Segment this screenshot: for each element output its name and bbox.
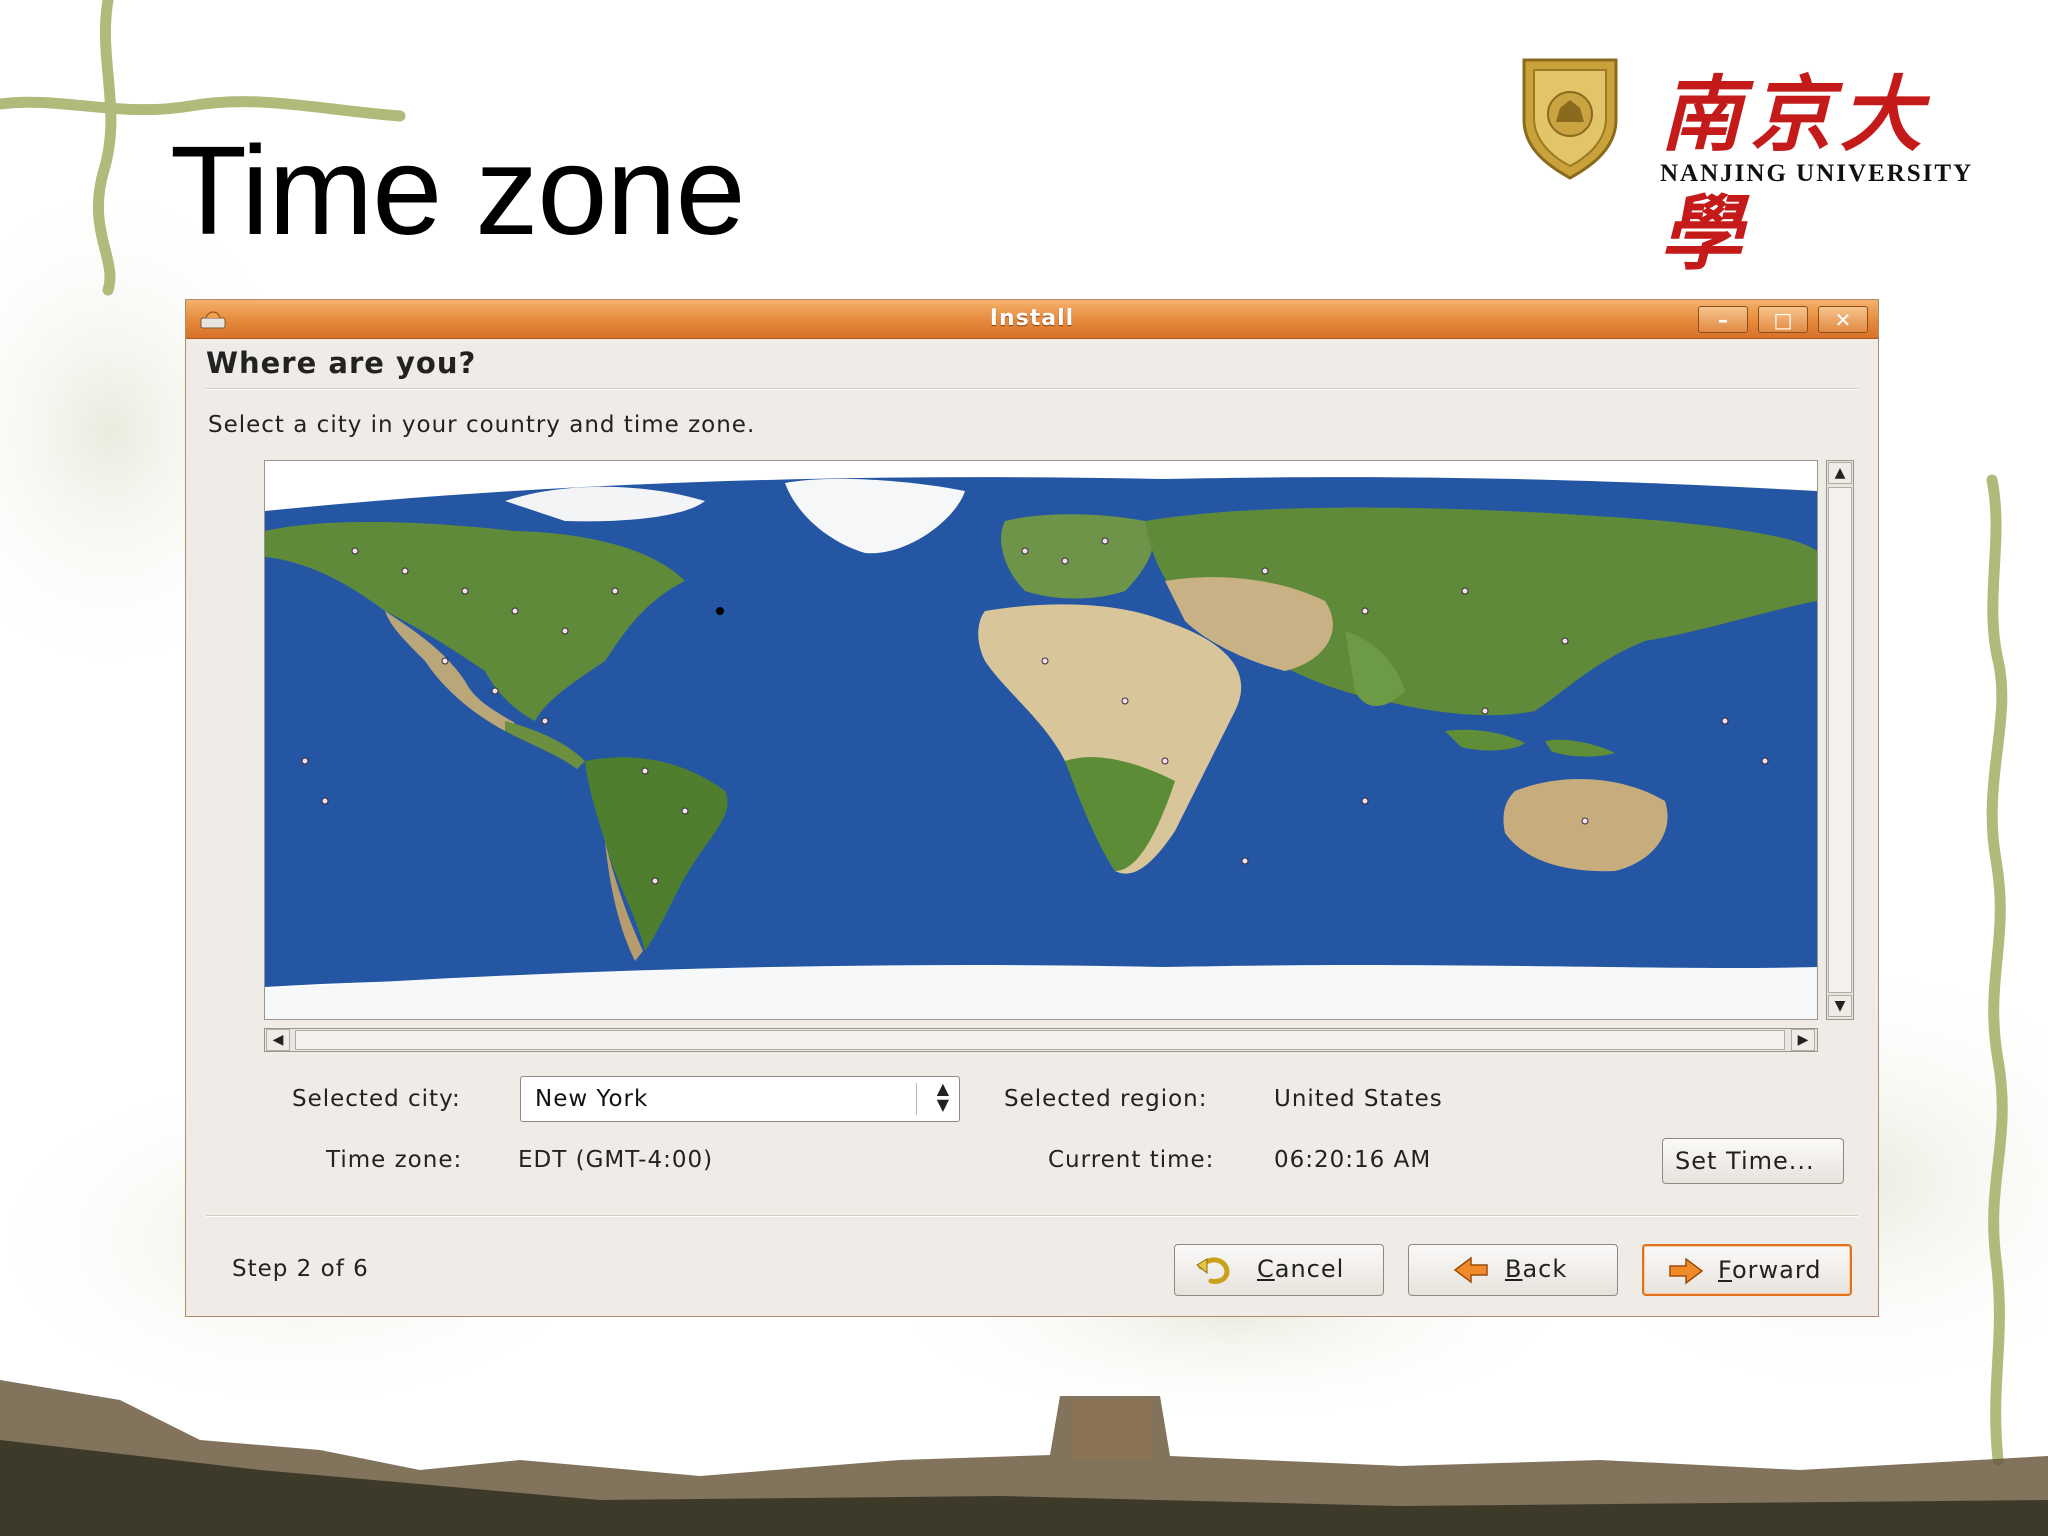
install-window: Install – □ ✕ Where are you? Select a ci…	[186, 300, 1878, 1316]
maximize-icon: □	[1773, 308, 1793, 332]
left-arrow-icon	[1453, 1256, 1488, 1284]
undo-arrow-icon	[1196, 1257, 1230, 1284]
right-arrow-icon	[1669, 1257, 1704, 1285]
window-titlebar[interactable]: Install – □ ✕	[186, 300, 1878, 339]
set-time-button[interactable]: Set Time...	[1662, 1138, 1844, 1184]
selected-region-value: United States	[1274, 1086, 1443, 1112]
back-label-rest: ack	[1522, 1255, 1568, 1283]
time-zone-label: Time zone:	[326, 1147, 463, 1173]
horizontal-scroll-thumb[interactable]	[295, 1030, 1785, 1050]
forward-label-rest: orward	[1731, 1256, 1822, 1284]
back-label: Back	[1505, 1255, 1567, 1283]
scroll-down-arrow-icon[interactable]: ▼	[1828, 995, 1852, 1017]
minimize-button[interactable]: –	[1698, 306, 1748, 333]
heading-divider	[206, 388, 1858, 390]
combo-separator	[916, 1083, 917, 1115]
forward-mnemonic: F	[1718, 1256, 1732, 1284]
close-button[interactable]: ✕	[1818, 306, 1868, 333]
selected-city-combo[interactable]: New York ▲ ▼	[520, 1076, 960, 1122]
close-icon: ✕	[1834, 308, 1852, 332]
set-time-label: Set Time...	[1675, 1147, 1815, 1175]
footer-divider	[206, 1215, 1858, 1217]
forward-label: Forward	[1718, 1256, 1822, 1284]
step-indicator: Step 2 of 6	[232, 1256, 369, 1282]
back-mnemonic: B	[1505, 1255, 1523, 1283]
current-time-label: Current time:	[1048, 1147, 1215, 1173]
cancel-label-rest: ancel	[1274, 1255, 1345, 1283]
cancel-button[interactable]: Cancel	[1174, 1244, 1384, 1296]
scroll-up-arrow-icon[interactable]: ▲	[1828, 462, 1852, 484]
scroll-right-arrow-icon[interactable]: ▶	[1791, 1029, 1815, 1051]
university-seal-icon	[1522, 58, 1618, 180]
map-vertical-scrollbar[interactable]: ▲ ▼	[1826, 460, 1854, 1020]
maximize-button[interactable]: □	[1758, 306, 1808, 333]
scroll-left-arrow-icon[interactable]: ◀	[266, 1029, 290, 1051]
selected-city-marker	[716, 607, 724, 615]
selected-city-label: Selected city:	[292, 1086, 461, 1112]
back-button[interactable]: Back	[1408, 1244, 1618, 1296]
instruction-text: Select a city in your country and time z…	[208, 412, 756, 438]
university-logo: 南京大學 NANJING UNIVERSITY	[1518, 48, 2018, 282]
current-time-value: 06:20:16 AM	[1274, 1147, 1432, 1173]
logo-english-name: NANJING UNIVERSITY	[1660, 160, 1974, 187]
minimize-icon: –	[1718, 308, 1728, 332]
map-horizontal-scrollbar[interactable]: ◀ ▶	[264, 1028, 1818, 1052]
timezone-map[interactable]	[264, 460, 1818, 1020]
combo-updown-icon[interactable]: ▲ ▼	[937, 1081, 949, 1113]
world-map-image[interactable]	[265, 461, 1817, 1019]
slide-title: Time zone	[170, 120, 746, 261]
cancel-label: Cancel	[1257, 1255, 1344, 1283]
time-zone-value: EDT (GMT-4:00)	[518, 1147, 714, 1173]
page-heading: Where are you?	[206, 346, 477, 380]
selected-city-value: New York	[535, 1086, 649, 1112]
window-title: Install	[989, 306, 1075, 331]
forward-button[interactable]: Forward	[1642, 1244, 1852, 1296]
vertical-scroll-thumb[interactable]	[1828, 487, 1852, 993]
cancel-mnemonic: C	[1257, 1255, 1275, 1283]
selected-region-label: Selected region:	[1004, 1086, 1208, 1112]
